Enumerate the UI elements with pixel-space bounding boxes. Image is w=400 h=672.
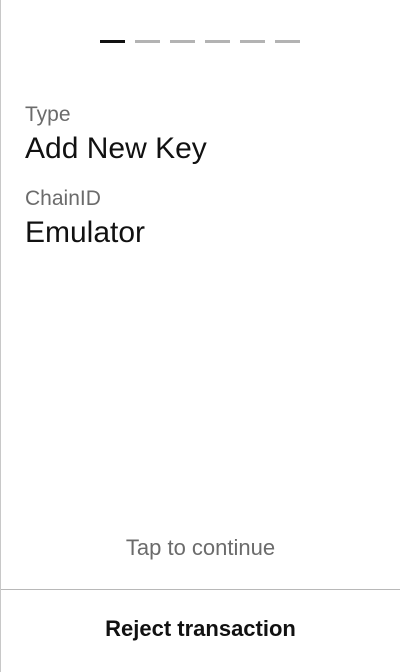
step-progress-indicator bbox=[100, 40, 300, 43]
type-label: Type bbox=[25, 103, 71, 126]
tap-to-continue-hint[interactable]: Tap to continue bbox=[1, 532, 400, 564]
progress-step-4 bbox=[205, 40, 230, 43]
progress-step-2 bbox=[135, 40, 160, 43]
progress-step-3 bbox=[170, 40, 195, 43]
chain-id-label: ChainID bbox=[25, 187, 101, 210]
chain-id-value: Emulator bbox=[25, 216, 146, 249]
type-value: Add New Key bbox=[25, 132, 207, 165]
progress-step-1 bbox=[100, 40, 125, 43]
chain-id-field: ChainID Emulator bbox=[25, 185, 145, 253]
reject-transaction-button[interactable]: Reject transaction bbox=[1, 590, 400, 672]
type-field: Type Add New Key bbox=[25, 101, 207, 169]
transaction-review-screen[interactable]: Type Add New Key ChainID Emulator Tap to… bbox=[0, 0, 400, 672]
progress-step-6 bbox=[275, 40, 300, 43]
footer-bar: Reject transaction bbox=[1, 589, 400, 672]
progress-step-5 bbox=[240, 40, 265, 43]
